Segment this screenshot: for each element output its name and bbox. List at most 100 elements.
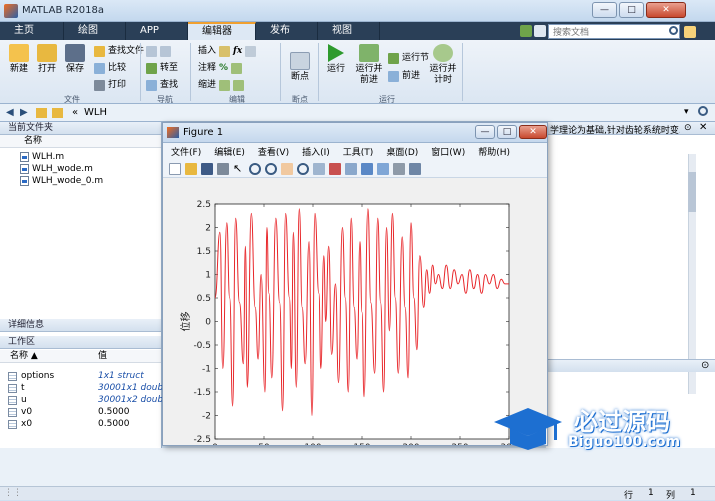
minimize-button[interactable]: — (592, 2, 617, 18)
breakpoints-button[interactable]: 断点 (286, 52, 314, 83)
close-button[interactable]: ✕ (646, 2, 686, 18)
tab-home[interactable]: 主页 (0, 22, 64, 40)
folder-up-icon[interactable] (36, 108, 47, 118)
find-button[interactable]: 查找 (146, 79, 178, 91)
print-button[interactable]: 打印 (94, 79, 126, 91)
clock-icon (433, 44, 453, 62)
path-search-icon[interactable] (698, 106, 708, 116)
back-arrow-icon[interactable]: ◀ (6, 107, 14, 118)
legend-icon[interactable] (377, 162, 389, 175)
figure-close-button[interactable]: ✕ (519, 125, 547, 139)
current-folder-header: 当前文件夹 (0, 122, 161, 135)
figure-title-bar[interactable]: Figure 1 — □ ✕ (163, 123, 547, 143)
current-folder-name-column[interactable]: 名称 (0, 135, 161, 148)
workspace-row[interactable]: x0 0.5000 (0, 418, 161, 430)
command-options-icon[interactable]: ⊙ (701, 360, 709, 371)
address-bar: ◀ ▶ « WLH ▾ (0, 104, 715, 122)
notifications-icon[interactable] (684, 26, 696, 38)
run-advance-icon (359, 44, 379, 62)
editor-scroll-thumb[interactable] (688, 172, 696, 212)
menu-view[interactable]: 查看(V) (258, 145, 289, 158)
file-item[interactable]: WLH_wode_0.m (20, 175, 161, 187)
col-label: 列 (666, 491, 676, 501)
goto-icon (146, 62, 157, 74)
menu-file[interactable]: 文件(F) (171, 145, 201, 158)
menu-desktop[interactable]: 桌面(D) (386, 145, 418, 158)
tab-editor[interactable]: 编辑器 (188, 22, 256, 40)
rotate-icon[interactable] (297, 162, 309, 175)
indent-button[interactable]: 缩进 (198, 79, 245, 91)
printer-icon (94, 79, 105, 91)
data-cursor-icon[interactable] (313, 162, 325, 175)
browse-folder-icon[interactable] (52, 108, 63, 118)
arrow-left-icon (146, 45, 157, 57)
compare-button[interactable]: 比较 (94, 62, 126, 74)
tab-apps[interactable]: APP (126, 22, 188, 40)
figure-minimize-button[interactable]: — (475, 125, 495, 139)
save-quick-icon[interactable] (520, 25, 532, 37)
file-item[interactable]: WLH_wode.m (20, 163, 161, 175)
ribbon-toolbar: 新建 打开 保存 查找文件 比较 打印 文件 转至 查找 导航 插入 fx 注释%… (0, 40, 715, 104)
save-figure-icon[interactable] (201, 162, 213, 175)
path-dropdown-icon[interactable]: ▾ (684, 107, 689, 117)
advance-button[interactable]: 前进 (388, 70, 420, 82)
figure-maximize-button[interactable]: □ (497, 125, 517, 139)
zoom-in-icon[interactable] (249, 162, 261, 175)
status-grip-icon: ⋮⋮ (4, 488, 22, 498)
workspace-name-column[interactable]: 名称 ▲ (10, 350, 38, 363)
pan-hand-icon[interactable] (281, 162, 293, 175)
run-and-advance-button[interactable]: 运行并 前进 (352, 44, 386, 86)
colorbar-icon[interactable] (361, 162, 373, 175)
scalar-variable-icon (8, 407, 17, 417)
open-file-icon[interactable] (185, 162, 197, 175)
forward-arrow-icon[interactable]: ▶ (20, 107, 28, 118)
tab-plots[interactable]: 绘图 (64, 22, 126, 40)
pointer-icon[interactable]: ↖ (233, 162, 245, 175)
save-button[interactable]: 保存 (62, 44, 88, 75)
workspace-row[interactable]: options 1x1 struct (0, 370, 161, 382)
search-icon[interactable] (669, 26, 678, 35)
workspace-row[interactable]: v0 0.5000 (0, 406, 161, 418)
zoom-out-icon[interactable] (265, 162, 277, 175)
struct-variable-icon (8, 371, 17, 381)
maximize-button[interactable]: □ (619, 2, 644, 18)
dock-icon[interactable] (409, 162, 421, 175)
menu-help[interactable]: 帮助(H) (478, 145, 510, 158)
open-button[interactable]: 打开 (34, 44, 60, 75)
file-item[interactable]: WLH.m (20, 151, 161, 163)
menu-insert[interactable]: 插入(I) (302, 145, 330, 158)
link-plot-icon[interactable] (345, 162, 357, 175)
tab-view[interactable]: 视图 (318, 22, 380, 40)
workspace-value-column[interactable]: 值 (98, 350, 107, 363)
menu-tools[interactable]: 工具(T) (343, 145, 374, 158)
run-section-button[interactable]: 运行节 (388, 52, 429, 64)
menu-edit[interactable]: 编辑(E) (214, 145, 245, 158)
hide-tools-icon[interactable] (393, 162, 405, 175)
brush-icon[interactable] (329, 162, 341, 175)
tab-publish[interactable]: 发布 (256, 22, 318, 40)
find-files-icon (94, 45, 105, 57)
figure-window[interactable]: Figure 1 — □ ✕ 文件(F) 编辑(E) 查看(V) 插入(I) 工… (162, 122, 548, 466)
breakpoint-icon (290, 52, 310, 70)
details-header[interactable]: 详细信息 (0, 319, 161, 332)
panel-close-icon[interactable]: ✕ (699, 122, 707, 133)
goto-button[interactable]: 转至 (146, 62, 178, 74)
run-button[interactable]: 运行 (322, 44, 350, 75)
current-path[interactable]: WLH (84, 107, 107, 118)
comment-icon (231, 62, 243, 74)
run-and-time-button[interactable]: 运行并 计时 (428, 44, 458, 86)
print-figure-icon[interactable] (217, 162, 229, 175)
insert-button[interactable]: 插入 fx (198, 45, 257, 57)
workspace-row[interactable]: u 30001x2 double (0, 394, 171, 406)
search-documentation-input[interactable] (548, 24, 680, 39)
menu-window[interactable]: 窗口(W) (431, 145, 465, 158)
new-figure-icon[interactable] (169, 162, 181, 175)
panel-options-icon[interactable]: ⊙ (684, 123, 692, 133)
find-files-button[interactable]: 查找文件 (94, 45, 144, 57)
y-tick-label: -1 (202, 365, 211, 375)
undo-icon[interactable] (534, 25, 546, 37)
comment-button[interactable]: 注释% (198, 62, 243, 74)
back-forward-buttons[interactable] (146, 45, 171, 57)
new-button[interactable]: 新建 (6, 44, 32, 75)
workspace-row[interactable]: t 30001x1 double (0, 382, 171, 394)
